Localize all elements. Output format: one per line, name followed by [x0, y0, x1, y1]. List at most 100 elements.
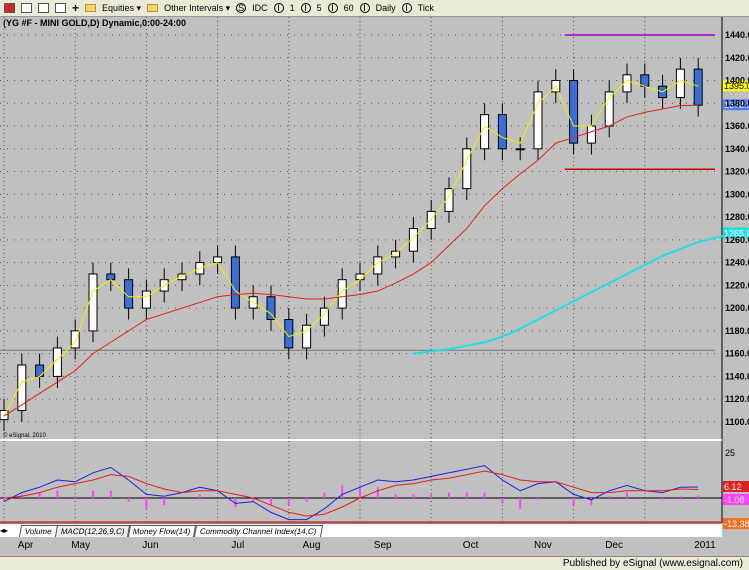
- candle: [515, 148, 525, 151]
- properties-icon[interactable]: [55, 3, 66, 13]
- histogram-bar: [430, 494, 433, 498]
- histogram-bar: [608, 496, 611, 498]
- scroll-arrows[interactable]: ◂▸: [0, 526, 20, 535]
- histogram-bar: [661, 498, 664, 500]
- month-label: 2011: [694, 540, 716, 551]
- histogram-bar: [74, 496, 77, 498]
- histogram-bar: [483, 492, 486, 498]
- month-label: Oct: [463, 540, 479, 551]
- candle: [213, 256, 223, 264]
- equities-menu[interactable]: Equities ▾: [102, 3, 141, 14]
- y-tick-label: 1180.0: [725, 326, 749, 336]
- candle: [106, 273, 116, 281]
- candle: [497, 114, 507, 150]
- histogram-bar: [626, 492, 628, 498]
- page-icon[interactable]: [21, 3, 32, 13]
- page-icon[interactable]: [38, 3, 49, 13]
- histogram-bar: [448, 492, 450, 498]
- y-tick-label: 1140.0: [725, 371, 749, 381]
- histogram-bar: [394, 494, 397, 498]
- histogram-bar: [305, 498, 308, 502]
- month-label: Jul: [231, 540, 244, 551]
- histogram-bar: [163, 498, 166, 506]
- candle: [266, 296, 276, 320]
- y-tick-label: 1420.0: [725, 53, 749, 63]
- interval-daily[interactable]: Daily: [376, 3, 396, 13]
- tab-cci[interactable]: Commodity Channel Index(14,C): [193, 524, 323, 537]
- histogram-bar: [572, 498, 575, 506]
- y-tick-label: 1220.0: [725, 280, 749, 290]
- interval-60[interactable]: 60: [344, 3, 354, 13]
- symbol-icon: S: [236, 3, 247, 13]
- histogram-bar: [127, 498, 130, 502]
- month-label: Dec: [605, 540, 623, 551]
- candle: [141, 290, 151, 309]
- candle: [230, 256, 240, 309]
- histogram-bar: [465, 492, 468, 498]
- histogram-bar: [412, 494, 415, 498]
- macd-value: 6.12: [724, 482, 742, 492]
- folder-icon: [85, 4, 97, 12]
- histogram-bar: [537, 498, 539, 500]
- y-tick-label: 1380.0: [725, 98, 749, 108]
- histogram-bar: [376, 487, 379, 498]
- candle: [569, 80, 579, 144]
- y-tick-label: 1320.0: [725, 167, 749, 177]
- y-tick-label: 1400.0: [725, 76, 749, 86]
- footer: Published by eSignal (www.esignal.com): [0, 556, 749, 570]
- interval-5[interactable]: 5: [317, 3, 322, 13]
- y-tick-label: 1120.0: [725, 394, 749, 404]
- histogram-bar: [501, 498, 504, 504]
- histogram-bar: [679, 496, 682, 498]
- price-chart[interactable]: (YG #F - MINI GOLD,D) Dynamic,0:00-24:00…: [0, 17, 749, 557]
- interval-idc[interactable]: IDC: [252, 3, 268, 13]
- other-intervals-menu[interactable]: Other Intervals ▾: [164, 3, 230, 14]
- y-tick-label: 1300.0: [725, 189, 749, 199]
- histogram-bar: [270, 498, 272, 506]
- y-tick-label: 1260.0: [725, 235, 749, 245]
- macd-bottom-value: -13.38: [724, 519, 749, 529]
- histogram-bar: [198, 494, 201, 498]
- histogram-bar: [519, 498, 522, 509]
- candle: [35, 364, 45, 377]
- histogram-bar: [697, 495, 700, 498]
- histogram-bar: [287, 498, 290, 506]
- histogram-bar: [92, 490, 94, 498]
- plus-icon[interactable]: +: [72, 1, 79, 15]
- month-label: May: [71, 540, 90, 551]
- month-label: Apr: [18, 540, 34, 551]
- histogram-bar: [56, 490, 59, 498]
- y-tick-label: 1160.0: [725, 349, 749, 359]
- tab-volume[interactable]: Volume: [18, 524, 58, 537]
- histogram-bar: [323, 492, 326, 498]
- histogram-bar: [341, 485, 344, 498]
- candle: [640, 74, 650, 87]
- interval-tick[interactable]: Tick: [418, 3, 434, 13]
- month-label: Nov: [534, 540, 552, 551]
- candle: [586, 125, 596, 144]
- y-tick-label: 1340.0: [725, 144, 749, 154]
- histogram-bar: [109, 490, 112, 498]
- candle: [675, 68, 685, 99]
- chart-icon[interactable]: [4, 3, 15, 13]
- tab-money-flow[interactable]: Money Flow(14): [127, 524, 197, 537]
- candle: [693, 68, 703, 106]
- interval-icon: I: [300, 3, 311, 13]
- candle: [88, 273, 98, 332]
- interval-icon: I: [327, 3, 338, 13]
- interval-1[interactable]: 1: [290, 3, 295, 13]
- y-tick-label: 1360.0: [725, 121, 749, 131]
- histogram-value: -1.08: [724, 495, 745, 505]
- histogram-bar: [359, 487, 361, 498]
- watermark: © eSignal, 2010: [3, 432, 46, 439]
- candle: [391, 250, 401, 258]
- tab-macd[interactable]: MACD(12,26,9,C): [54, 524, 131, 537]
- histogram-bar: [145, 498, 148, 509]
- toolbar: + Equities ▾ Other Intervals ▾ S IDC I1 I…: [0, 0, 749, 17]
- interval-icon: I: [273, 3, 284, 13]
- y-tick-label: 1280.0: [725, 212, 749, 222]
- y-tick-label: 1200.0: [725, 303, 749, 313]
- study-tabs: ◂▸ Volume MACD(12,26,9,C) Money Flow(14)…: [0, 523, 722, 537]
- month-label: Sep: [374, 540, 392, 551]
- chart-title: (YG #F - MINI GOLD,D) Dynamic,0:00-24:00: [3, 18, 186, 28]
